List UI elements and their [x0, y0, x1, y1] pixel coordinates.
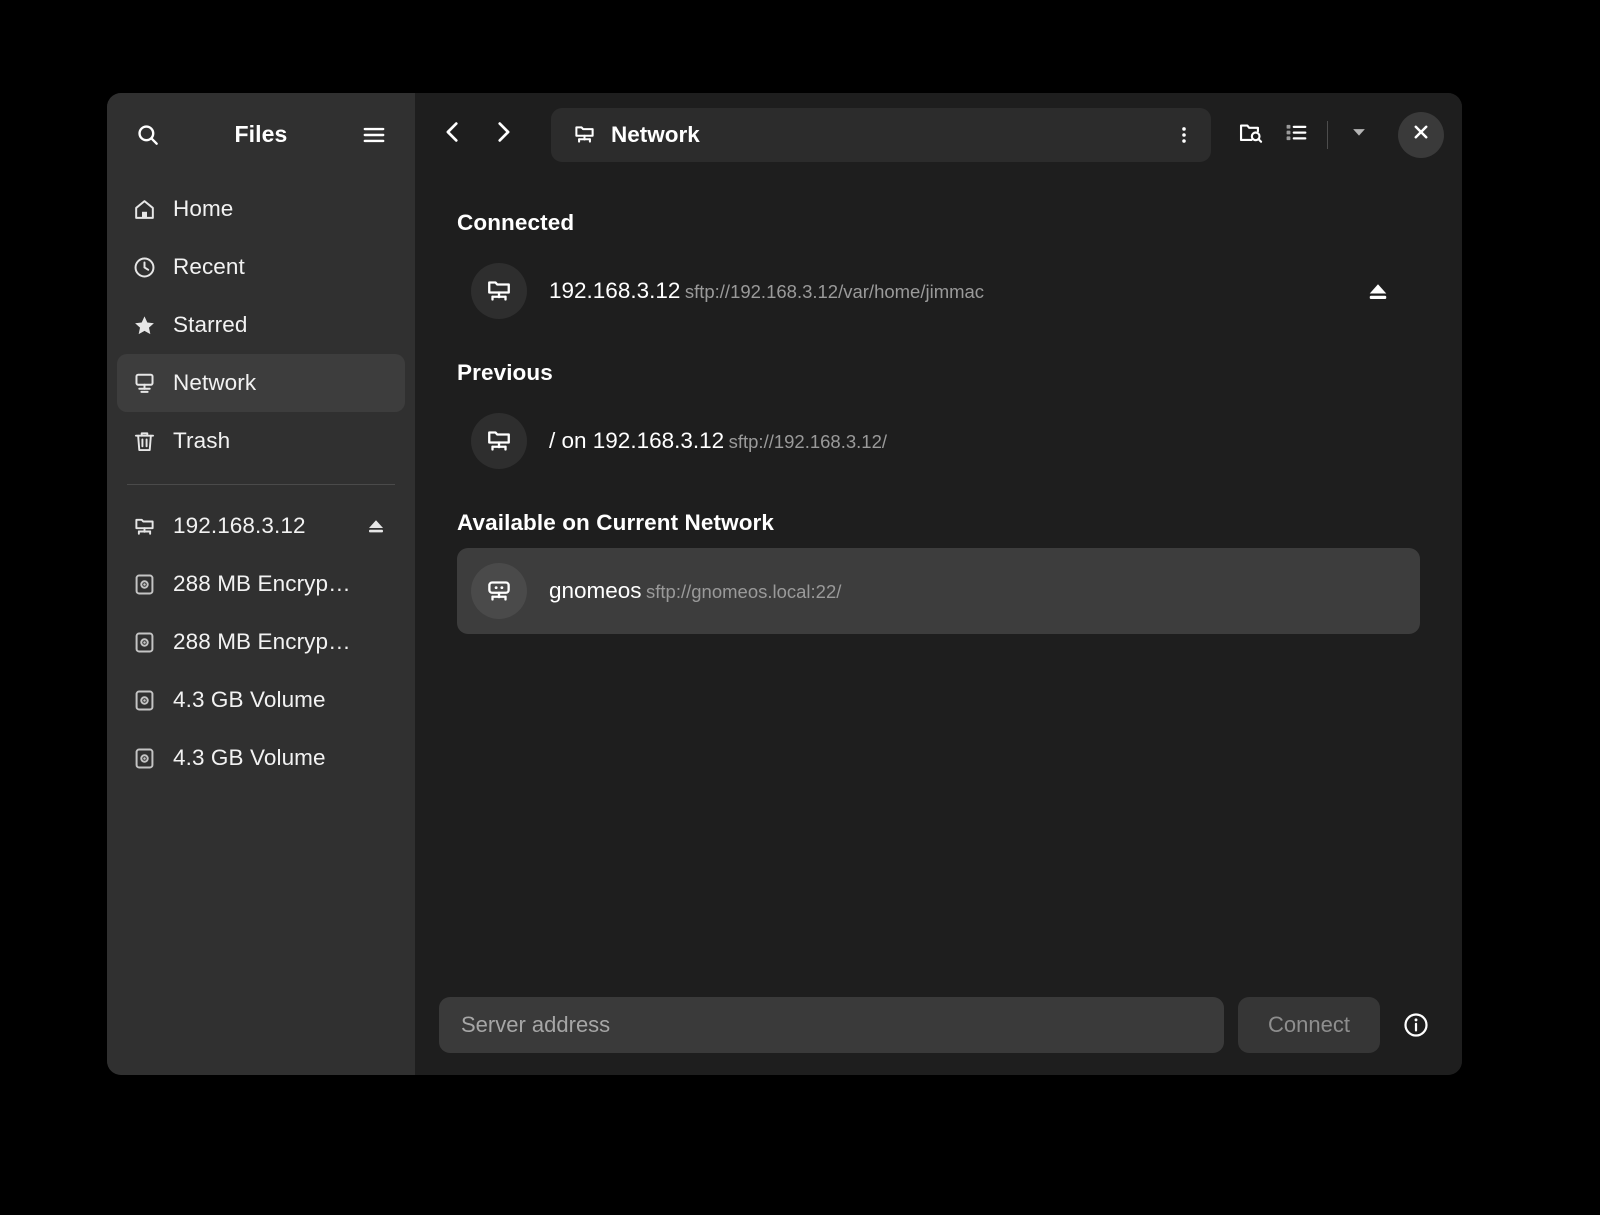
network-row-subtitle: sftp://192.168.3.12/	[729, 431, 887, 452]
sidebar-item-label: Trash	[173, 428, 230, 454]
sidebar-item-label: 192.168.3.12	[173, 513, 306, 539]
network-row-text: / on 192.168.3.12 sftp://192.168.3.12/	[549, 428, 1398, 455]
trash-icon	[131, 428, 157, 454]
folder-search-button[interactable]	[1227, 113, 1273, 157]
folder-search-icon	[1237, 119, 1264, 151]
chevron-down-icon	[1348, 121, 1370, 148]
sidebar-item-trash[interactable]: Trash	[117, 412, 405, 470]
chevron-left-icon	[439, 118, 467, 151]
network-row-title: gnomeos	[549, 578, 642, 603]
section-available-network: Available on Current Network	[457, 510, 1420, 634]
sidebar-item-label: Home	[173, 196, 233, 222]
network-content: Connected 192.168.3.12	[415, 176, 1462, 989]
view-options-button[interactable]	[1336, 113, 1382, 157]
drive-icon	[131, 687, 157, 713]
sidebar-item-label: Network	[173, 370, 256, 396]
sidebar-item-label: Recent	[173, 254, 245, 280]
sidebar-places-list: Home Recent Starred	[107, 176, 415, 787]
network-row-subtitle: sftp://192.168.3.12/var/home/jimmac	[685, 281, 984, 302]
close-icon	[1410, 121, 1432, 148]
sidebar-item-label: 4.3 GB Volume	[173, 687, 326, 713]
header-bar: Network	[415, 93, 1462, 176]
search-icon[interactable]	[129, 116, 167, 154]
sidebar-item-label: 288 MB Encryp…	[173, 629, 351, 655]
network-icon	[131, 370, 157, 396]
connect-bar: Connect	[415, 989, 1462, 1075]
network-row-text: gnomeos sftp://gnomeos.local:22/	[549, 578, 1398, 605]
path-bar[interactable]: Network	[551, 108, 1211, 162]
connect-button[interactable]: Connect	[1238, 997, 1380, 1053]
toolbar-separator	[1327, 121, 1328, 149]
network-icon	[571, 122, 597, 148]
toolbar-buttons	[1227, 113, 1382, 157]
clock-icon	[131, 254, 157, 280]
app-title: Files	[167, 121, 355, 148]
server-address-input[interactable]	[439, 997, 1224, 1053]
section-previous: Previous / on 192.168.3.12	[457, 360, 1420, 484]
home-icon	[131, 196, 157, 222]
sidebar-device-volume-2[interactable]: 4.3 GB Volume	[117, 729, 405, 787]
section-title: Available on Current Network	[457, 510, 1420, 536]
drive-icon	[131, 571, 157, 597]
sidebar-device-encrypted-2[interactable]: 288 MB Encryp…	[117, 613, 405, 671]
network-row-subtitle: sftp://gnomeos.local:22/	[646, 581, 841, 602]
sidebar-device-192-168-3-12[interactable]: 192.168.3.12	[117, 497, 405, 555]
sidebar-item-recent[interactable]: Recent	[117, 238, 405, 296]
forward-button[interactable]	[479, 113, 527, 157]
star-icon	[131, 312, 157, 338]
network-row-previous[interactable]: / on 192.168.3.12 sftp://192.168.3.12/	[457, 398, 1420, 484]
path-bar-label: Network	[611, 122, 1165, 148]
network-row-connected[interactable]: 192.168.3.12 sftp://192.168.3.12/var/hom…	[457, 248, 1420, 334]
eject-icon[interactable]	[1358, 271, 1398, 311]
network-computer-icon	[471, 563, 527, 619]
sidebar-item-starred[interactable]: Starred	[117, 296, 405, 354]
network-folder-icon	[471, 413, 527, 469]
sidebar-item-label: 288 MB Encryp…	[173, 571, 351, 597]
list-view-button[interactable]	[1273, 113, 1319, 157]
network-row-title: 192.168.3.12	[549, 278, 680, 303]
network-server-icon	[131, 513, 157, 539]
section-connected: Connected 192.168.3.12	[457, 210, 1420, 334]
sidebar-separator	[127, 484, 395, 485]
section-title: Connected	[457, 210, 1420, 236]
main-area: Network	[415, 93, 1462, 1075]
list-view-icon	[1283, 119, 1310, 151]
sidebar-item-label: 4.3 GB Volume	[173, 745, 326, 771]
network-row-title: / on 192.168.3.12	[549, 428, 724, 453]
info-icon[interactable]	[1394, 1003, 1438, 1047]
network-folder-icon	[471, 263, 527, 319]
sidebar-device-volume-1[interactable]: 4.3 GB Volume	[117, 671, 405, 729]
chevron-right-icon	[489, 118, 517, 151]
files-window: Files Home	[107, 93, 1462, 1075]
network-row-gnomeos[interactable]: gnomeos sftp://gnomeos.local:22/	[457, 548, 1420, 634]
back-button[interactable]	[429, 113, 477, 157]
drive-icon	[131, 629, 157, 655]
eject-icon[interactable]	[361, 511, 391, 541]
sidebar-item-network[interactable]: Network	[117, 354, 405, 412]
hamburger-menu-icon[interactable]	[355, 116, 393, 154]
drive-icon	[131, 745, 157, 771]
sidebar-device-encrypted-1[interactable]: 288 MB Encryp…	[117, 555, 405, 613]
sidebar-item-home[interactable]: Home	[117, 180, 405, 238]
section-title: Previous	[457, 360, 1420, 386]
vertical-dots-icon[interactable]	[1165, 115, 1203, 155]
sidebar-item-label: Starred	[173, 312, 247, 338]
sidebar-header: Files	[107, 93, 415, 176]
close-button[interactable]	[1398, 112, 1444, 158]
network-row-text: 192.168.3.12 sftp://192.168.3.12/var/hom…	[549, 278, 1358, 305]
sidebar: Files Home	[107, 93, 415, 1075]
